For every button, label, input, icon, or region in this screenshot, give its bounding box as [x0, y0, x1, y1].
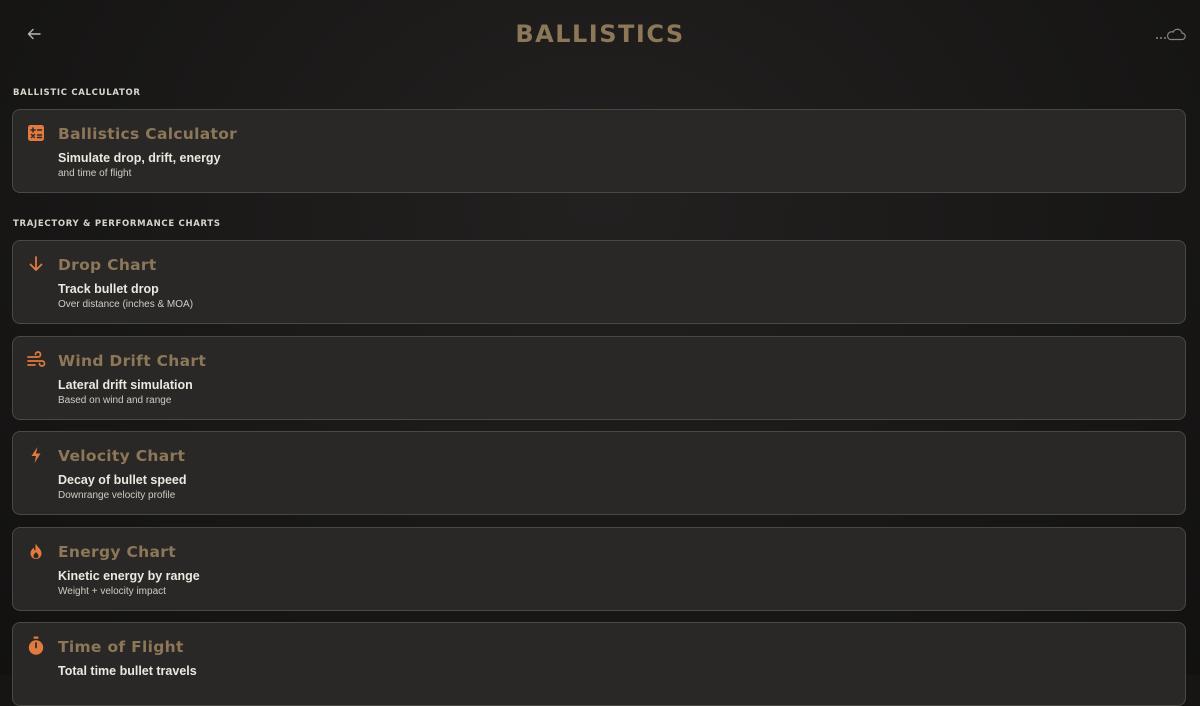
- card-description: Weight + velocity impact: [58, 586, 166, 597]
- card-subtitle: Simulate drop, drift, energy: [58, 151, 221, 165]
- card-title: Wind Drift Chart: [58, 352, 207, 370]
- card-ballistics-calculator[interactable]: Ballistics Calculator Simulate drop, dri…: [12, 109, 1186, 193]
- page-title: BALLISTICS: [515, 20, 685, 48]
- card-title: Time of Flight: [58, 638, 184, 656]
- section-label-calculator: BALLISTIC CALCULATOR: [13, 88, 141, 98]
- wind-icon: [26, 350, 46, 370]
- card-description: Downrange velocity profile: [58, 490, 176, 501]
- card-subtitle: Decay of bullet speed: [58, 473, 187, 487]
- card-title: Velocity Chart: [58, 447, 186, 465]
- calculator-icon: [26, 123, 46, 143]
- card-subtitle: Track bullet drop: [58, 282, 159, 296]
- card-description: Based on wind and range: [58, 395, 172, 406]
- arrow-down-icon: [26, 254, 46, 274]
- card-velocity-chart[interactable]: Velocity Chart Decay of bullet speed Dow…: [12, 431, 1186, 515]
- card-title: Ballistics Calculator: [58, 125, 238, 143]
- card-drop-chart[interactable]: Drop Chart Track bullet drop Over distan…: [12, 240, 1186, 324]
- card-subtitle: Kinetic energy by range: [58, 569, 200, 583]
- card-time-of-flight[interactable]: Time of Flight Total time bullet travels: [12, 622, 1186, 706]
- section-label-charts: TRAJECTORY & PERFORMANCE CHARTS: [13, 219, 221, 229]
- cloud-icon: [1156, 28, 1186, 41]
- card-title: Energy Chart: [58, 543, 176, 561]
- stopwatch-icon: [26, 636, 46, 656]
- card-subtitle: Total time bullet travels: [58, 664, 197, 678]
- card-wind-drift-chart[interactable]: Wind Drift Chart Lateral drift simulatio…: [12, 336, 1186, 420]
- card-energy-chart[interactable]: Energy Chart Kinetic energy by range Wei…: [12, 527, 1186, 611]
- card-title: Drop Chart: [58, 256, 157, 274]
- flame-icon: [26, 541, 46, 561]
- card-description: and time of flight: [58, 168, 132, 179]
- card-description: Over distance (inches & MOA): [58, 299, 194, 310]
- card-subtitle: Lateral drift simulation: [58, 378, 193, 392]
- cloud-sync-button[interactable]: [1152, 24, 1186, 44]
- header: BALLISTICS: [0, 0, 1200, 75]
- lightning-bolt-icon: [26, 445, 46, 465]
